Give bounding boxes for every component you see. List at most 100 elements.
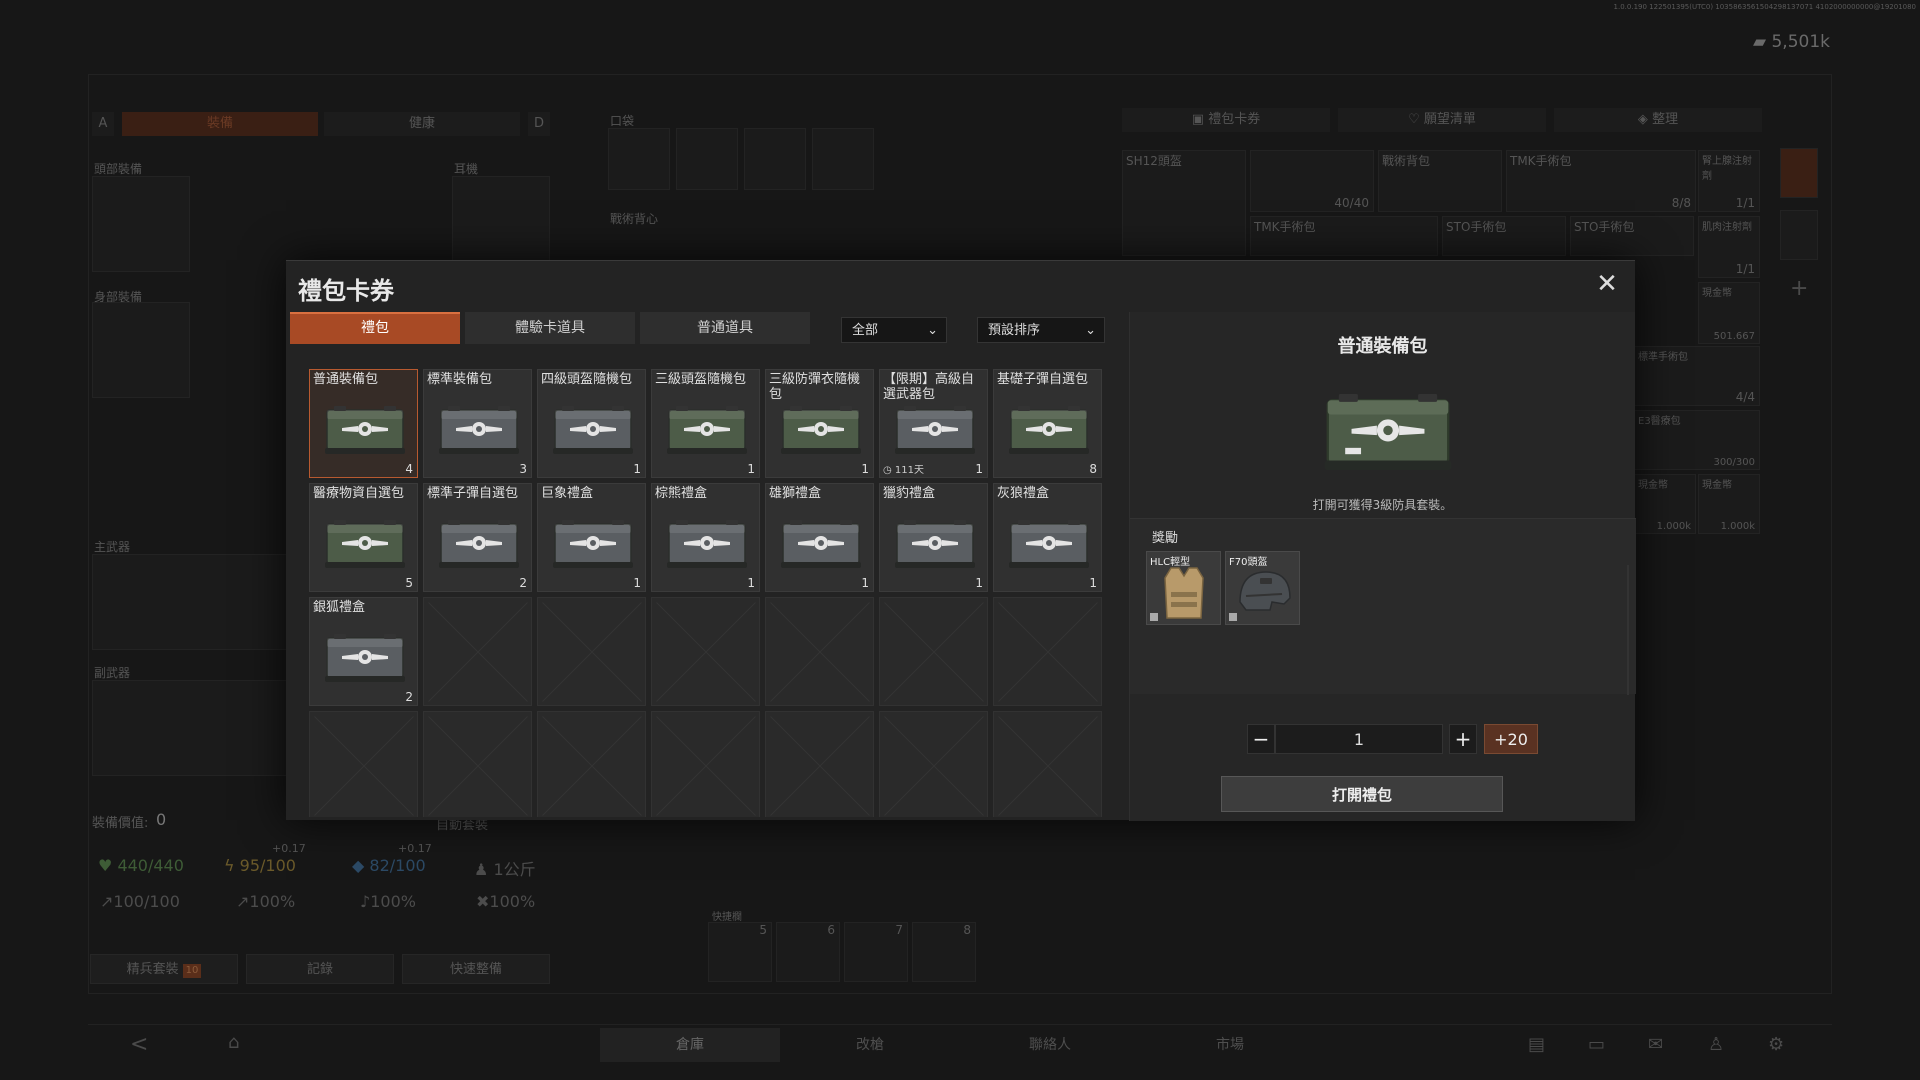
tab-normal-items[interactable]: 普通道具 bbox=[640, 312, 810, 344]
gift-pack-item[interactable]: 基礎子彈自選包 8 bbox=[993, 369, 1102, 478]
left-tab-equipment[interactable]: 裝備 bbox=[122, 112, 318, 136]
stash-item[interactable]: 標準手術包 4/4 bbox=[1634, 346, 1760, 406]
stash-item[interactable]: E3醫療包 300/300 bbox=[1634, 410, 1760, 470]
stash-tab-wishlist[interactable]: ♡ 願望清單 bbox=[1338, 108, 1546, 132]
debug-info: 1.0.0.190 122501395(UTC0) 10358635615042… bbox=[1613, 3, 1916, 11]
body-slot[interactable] bbox=[92, 302, 190, 398]
stash-item[interactable]: STO手術包 bbox=[1442, 216, 1566, 256]
gift-pack-item[interactable]: 【限期】高級自選武器包 ◷ 111天 1 bbox=[879, 369, 988, 478]
stash-item[interactable]: TMK手術包 bbox=[1250, 216, 1438, 256]
stash-item[interactable]: 腎上腺注射劑 1/1 bbox=[1698, 150, 1760, 212]
gift-pack-item[interactable]: 醫療物資自選包 5 bbox=[309, 483, 418, 592]
headset-slot[interactable] bbox=[452, 176, 550, 272]
gift-pack-item[interactable]: 灰狼禮盒 1 bbox=[993, 483, 1102, 592]
rewards-scrollbar[interactable] bbox=[1627, 565, 1629, 695]
water-delta: +0.17 bbox=[398, 842, 432, 855]
primary-weapon-slot[interactable] bbox=[92, 554, 288, 650]
settings-gear-icon[interactable]: ⚙ bbox=[1768, 1034, 1784, 1055]
item-count: 2 bbox=[519, 576, 527, 590]
elite-kit-button[interactable]: 精兵套裝 10 bbox=[90, 954, 238, 984]
item-name: 四級頭盔隨機包 bbox=[541, 372, 633, 387]
gift-pack-item[interactable]: 巨象禮盒 1 bbox=[537, 483, 646, 592]
reward-item-armor[interactable]: HLC輕型 bbox=[1146, 551, 1221, 625]
record-button[interactable]: 記錄 bbox=[246, 954, 394, 984]
notes-icon[interactable]: ▤ bbox=[1528, 1034, 1545, 1055]
stash-item[interactable]: 現金幣 1.000k bbox=[1698, 474, 1760, 534]
stash-item[interactable]: SH12頭盔 bbox=[1122, 150, 1246, 256]
quantity-minus-button[interactable]: − bbox=[1247, 724, 1275, 754]
item-count: 5 bbox=[405, 576, 413, 590]
left-tab-d[interactable]: D bbox=[528, 112, 550, 136]
reward-name: HLC輕型 bbox=[1150, 557, 1191, 568]
crate-icon bbox=[1009, 406, 1089, 454]
head-slot[interactable] bbox=[92, 176, 190, 272]
mail-icon[interactable]: ✉ bbox=[1648, 1034, 1663, 1055]
item-count: 1 bbox=[975, 462, 983, 476]
item-count: 1 bbox=[975, 576, 983, 590]
quantity-plus-button[interactable]: + bbox=[1449, 724, 1477, 754]
pocket-slot-1[interactable] bbox=[608, 128, 670, 190]
gift-pack-item[interactable]: 雄獅禮盒 1 bbox=[765, 483, 874, 592]
quick-slot-8[interactable]: 8 bbox=[912, 922, 976, 982]
left-tab-a[interactable]: A bbox=[92, 112, 114, 136]
close-icon[interactable]: ✕ bbox=[1593, 271, 1621, 299]
pocket-slot-2[interactable] bbox=[676, 128, 738, 190]
quick-slot-5[interactable]: 5 bbox=[708, 922, 772, 982]
gift-pack-item[interactable]: 三級防彈衣隨機包 1 bbox=[765, 369, 874, 478]
pocket-slot-3[interactable] bbox=[744, 128, 806, 190]
quick-prep-button[interactable]: 快速整備 bbox=[402, 954, 550, 984]
gift-pack-item[interactable]: 三級頭盔隨機包 1 bbox=[651, 369, 760, 478]
nav-tab-warehouse[interactable]: 倉庫 bbox=[600, 1028, 780, 1062]
side-shop-button[interactable] bbox=[1780, 148, 1818, 198]
stash-item[interactable]: 40/40 bbox=[1250, 150, 1374, 212]
side-case-button[interactable] bbox=[1780, 210, 1818, 260]
stash-item[interactable]: 肌肉注射劑 1/1 bbox=[1698, 216, 1760, 278]
left-tab-health[interactable]: 健康 bbox=[324, 112, 520, 136]
sort-dropdown[interactable]: 預設排序 ⌄ bbox=[977, 317, 1105, 343]
gift-icon: ▣ bbox=[1191, 112, 1209, 127]
crate-icon bbox=[439, 406, 519, 454]
quick-slot-6[interactable]: 6 bbox=[776, 922, 840, 982]
quick-slot-7[interactable]: 7 bbox=[844, 922, 908, 982]
quantity-plus20-button[interactable]: +20 bbox=[1484, 724, 1538, 754]
stash-item[interactable]: 現金幣 1.000k bbox=[1634, 474, 1696, 534]
chat-icon[interactable]: ▭ bbox=[1588, 1034, 1605, 1055]
back-arrow-icon[interactable]: < bbox=[130, 1032, 148, 1057]
stat4-icon: ✖ bbox=[476, 892, 490, 911]
gift-pack-item[interactable]: 銀狐禮盒 2 bbox=[309, 597, 418, 706]
tab-trial-cards[interactable]: 體驗卡道具 bbox=[465, 312, 635, 344]
gift-pack-item[interactable]: 四級頭盔隨機包 1 bbox=[537, 369, 646, 478]
reward-item-helmet[interactable]: F70頭盔 bbox=[1225, 551, 1300, 625]
run-icon: ↗ bbox=[100, 892, 114, 911]
open-pack-button[interactable]: 打開禮包 bbox=[1221, 776, 1503, 812]
friends-icon[interactable]: ♙ bbox=[1708, 1034, 1724, 1055]
stash-item[interactable]: 現金幣 501.667 bbox=[1698, 282, 1760, 344]
slot-label-vest: 戰術背心 bbox=[610, 212, 659, 226]
nav-tab-contacts[interactable]: 聯絡人 bbox=[960, 1028, 1140, 1062]
gift-pack-item[interactable]: 標準裝備包 3 bbox=[423, 369, 532, 478]
detail-description: 打開可獲得3級防具套裝。 bbox=[1312, 498, 1453, 512]
gift-pack-item[interactable]: 棕熊禮盒 1 bbox=[651, 483, 760, 592]
gift-pack-item[interactable]: 普通裝備包 4 bbox=[309, 369, 418, 478]
empty-slot bbox=[993, 711, 1102, 817]
filter-dropdown[interactable]: 全部 ⌄ bbox=[841, 317, 947, 343]
add-icon[interactable]: + bbox=[1790, 276, 1808, 301]
nav-tab-market[interactable]: 市場 bbox=[1140, 1028, 1320, 1062]
stash-tab-sort[interactable]: ◈ 整理 bbox=[1554, 108, 1762, 132]
home-icon[interactable]: ⌂ bbox=[228, 1032, 239, 1053]
stash-item[interactable]: STO手術包 bbox=[1570, 216, 1694, 256]
stash-item[interactable]: TMK手術包 8/8 bbox=[1506, 150, 1696, 212]
item-count: 2 bbox=[405, 690, 413, 704]
stash-tab-giftpacks[interactable]: ▣ 禮包卡券 bbox=[1122, 108, 1330, 132]
tab-gift-packs[interactable]: 禮包 bbox=[290, 312, 460, 344]
slot-label-primary: 主武器 bbox=[94, 540, 131, 554]
empty-slot bbox=[765, 711, 874, 817]
energy-delta: +0.17 bbox=[272, 842, 306, 855]
secondary-weapon-slot[interactable] bbox=[92, 680, 288, 776]
stash-item[interactable]: 戰術背包 bbox=[1378, 150, 1502, 212]
gift-pack-item[interactable]: 獵豹禮盒 1 bbox=[879, 483, 988, 592]
nav-tab-gunsmith[interactable]: 改槍 bbox=[780, 1028, 960, 1062]
quantity-input[interactable]: 1 bbox=[1275, 724, 1443, 754]
gift-pack-item[interactable]: 標準子彈自選包 2 bbox=[423, 483, 532, 592]
pocket-slot-4[interactable] bbox=[812, 128, 874, 190]
